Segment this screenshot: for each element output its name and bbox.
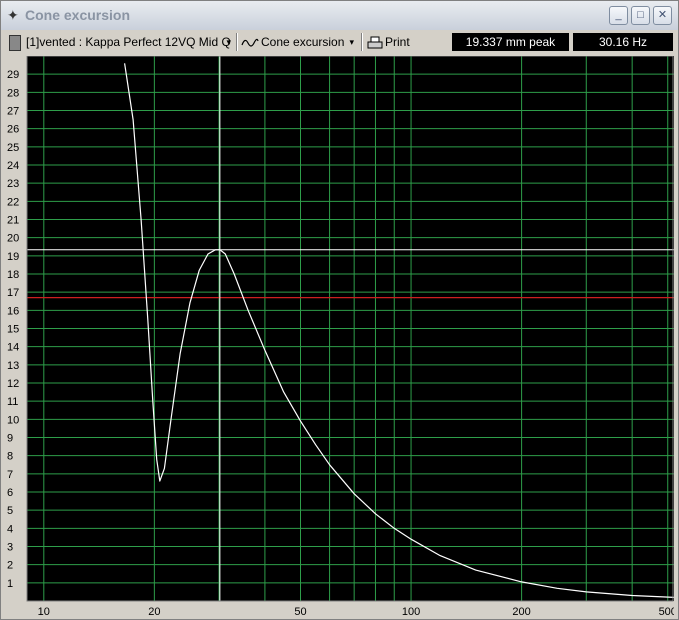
speaker-select[interactable]: [1]vented : Kappa Perfect 12VQ Mid Q ▾ — [5, 32, 233, 52]
y-tick-label: 19 — [7, 251, 19, 263]
waveform-icon — [241, 38, 259, 47]
y-tick-label: 7 — [7, 469, 13, 481]
y-tick-label: 17 — [7, 287, 19, 299]
title-bar[interactable]: ✦ Cone excursion _ □ ✕ — [1, 1, 678, 30]
x-axis-gutter — [5, 601, 674, 619]
y-tick-label: 3 — [7, 542, 13, 554]
y-tick-label: 8 — [7, 451, 13, 463]
print-button[interactable]: Print — [367, 32, 427, 52]
minimize-button[interactable]: _ — [609, 6, 628, 25]
y-tick-label: 20 — [7, 233, 19, 245]
toolbar-separator — [236, 33, 238, 51]
y-tick-label: 9 — [7, 433, 13, 445]
speaker-icon — [9, 34, 21, 51]
plot-area[interactable]: 1 2 3 4 5 6 7 8 9 10 11 12 13 14 15 16 17 18 19 20 21 22 23 24 2… — [5, 56, 674, 619]
chevron-down-icon: ▾ — [349, 37, 354, 47]
y-tick-label: 4 — [7, 523, 13, 535]
x-tick-label: 10 — [38, 606, 50, 618]
y-tick-label: 21 — [7, 215, 19, 227]
maximize-button[interactable]: □ — [631, 6, 650, 25]
excursion-readout: 19.337 mm peak — [452, 33, 569, 51]
printer-icon — [367, 36, 383, 49]
chevron-down-icon: ▾ — [226, 37, 231, 47]
x-tick-label: 20 — [148, 606, 160, 618]
excursion-chart[interactable]: 1234567891011121314151617181920212223242… — [5, 56, 674, 619]
y-tick-label: 18 — [7, 269, 19, 281]
x-tick-label: 500 — [659, 606, 674, 618]
y-tick-label: 25 — [7, 142, 19, 154]
y-tick-label: 29 — [7, 69, 19, 81]
app-icon: ✦ — [7, 7, 19, 23]
y-tick-label: 28 — [7, 87, 19, 99]
y-tick-label: 1 — [7, 578, 13, 590]
y-tick-label: 14 — [7, 342, 19, 354]
frequency-readout: 30.16 Hz — [573, 33, 673, 51]
x-tick-label: 50 — [294, 606, 306, 618]
y-tick-label: 11 — [7, 396, 18, 408]
toolbar: [1]vented : Kappa Perfect 12VQ Mid Q ▾ C… — [1, 30, 678, 54]
y-tick-label: 10 — [7, 414, 19, 426]
y-tick-label: 13 — [7, 360, 19, 372]
mode-select[interactable]: Cone excursion ▾ — [241, 32, 356, 52]
y-tick-label: 15 — [7, 324, 19, 336]
y-tick-label: 12 — [7, 378, 19, 390]
speaker-select-value: [1]vented : Kappa Perfect 12VQ Mid Q — [26, 35, 231, 49]
toolbar-separator — [361, 33, 363, 51]
y-tick-label: 16 — [7, 305, 19, 317]
y-tick-label: 22 — [7, 196, 19, 208]
mode-select-value: Cone excursion — [261, 35, 345, 49]
y-tick-label: 27 — [7, 106, 19, 118]
y-tick-label: 6 — [7, 487, 13, 499]
x-tick-label: 100 — [402, 606, 420, 618]
y-tick-label: 24 — [7, 160, 19, 172]
y-tick-label: 26 — [7, 124, 19, 136]
window-title: Cone excursion — [25, 7, 131, 23]
y-tick-label: 5 — [7, 505, 13, 517]
close-button[interactable]: ✕ — [653, 6, 672, 25]
cone-excursion-window: ✦ Cone excursion _ □ ✕ [1]vented : Kappa… — [0, 0, 679, 620]
x-tick-label: 200 — [512, 606, 530, 618]
y-tick-label: 23 — [7, 178, 19, 190]
y-tick-label: 2 — [7, 560, 13, 572]
print-label: Print — [385, 35, 410, 49]
